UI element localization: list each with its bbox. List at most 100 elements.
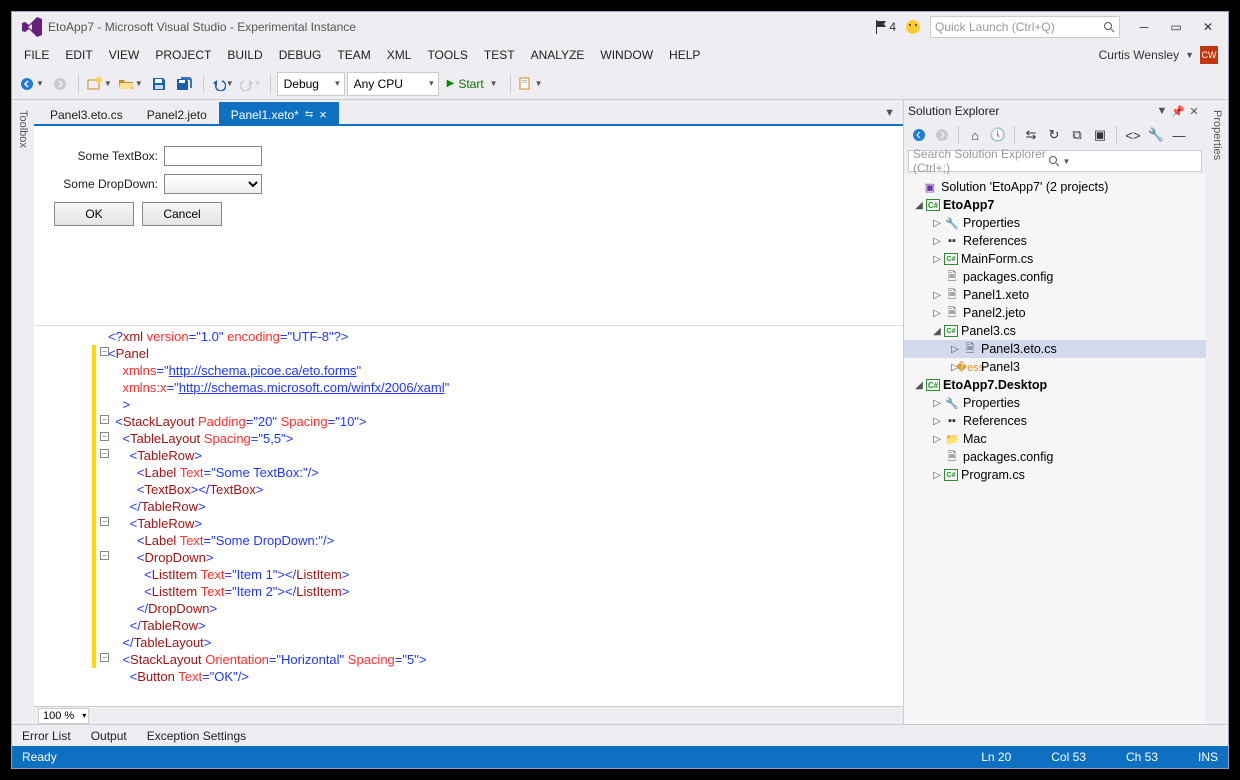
designer-ok-button[interactable]: OK xyxy=(54,202,134,226)
fold-toggle[interactable]: − xyxy=(100,517,109,526)
open-button[interactable]: ▼ xyxy=(116,72,145,96)
menu-debug[interactable]: DEBUG xyxy=(271,44,330,66)
notifications-flag[interactable]: 4 xyxy=(875,20,896,34)
tree-d-packages[interactable]: 🗎packages.config xyxy=(904,448,1206,466)
menu-help[interactable]: HELP xyxy=(661,44,708,66)
designer-cancel-button[interactable]: Cancel xyxy=(142,202,222,226)
menu-window[interactable]: WINDOW xyxy=(592,44,661,66)
maximize-button[interactable]: ▭ xyxy=(1160,16,1192,38)
tab-error-list[interactable]: Error List xyxy=(12,726,81,746)
save-all-button[interactable] xyxy=(173,72,197,96)
fold-toggle[interactable]: − xyxy=(100,449,109,458)
nav-back-button[interactable]: ▼ xyxy=(18,72,46,96)
pin-icon[interactable]: 📌 xyxy=(1170,105,1186,118)
fold-toggle[interactable]: − xyxy=(100,347,109,356)
tree-solution[interactable]: ▣Solution 'EtoApp7' (2 projects) xyxy=(904,178,1206,196)
tree-references[interactable]: ▷▪▪References xyxy=(904,232,1206,250)
status-ln: Ln 20 xyxy=(981,750,1011,764)
find-in-files-button[interactable]: ▼ xyxy=(517,72,545,96)
document-tabs: Panel3.eto.cs Panel2.jeto Panel1.xeto* ⇆… xyxy=(34,100,903,126)
menu-build[interactable]: BUILD xyxy=(219,44,270,66)
tree-panel1[interactable]: ▷🗎Panel1.xeto xyxy=(904,286,1206,304)
undo-button[interactable]: ▼ xyxy=(210,72,236,96)
designer-textbox[interactable] xyxy=(164,146,262,166)
fold-toggle[interactable]: − xyxy=(100,432,109,441)
menu-view[interactable]: VIEW xyxy=(101,44,148,66)
start-debug-button[interactable]: Start▼ xyxy=(441,72,504,96)
tab-exception-settings[interactable]: Exception Settings xyxy=(137,726,256,746)
bottom-tool-tabs: Error List Output Exception Settings xyxy=(12,724,1228,746)
se-code-icon[interactable]: <> xyxy=(1122,124,1144,146)
tree-panel3cs[interactable]: ◢C#Panel3.cs xyxy=(904,322,1206,340)
window-title: EtoApp7 - Microsoft Visual Studio - Expe… xyxy=(48,20,356,34)
se-refresh-icon[interactable]: ↻ xyxy=(1043,124,1065,146)
tab-panel1[interactable]: Panel1.xeto* ⇆ × xyxy=(219,102,339,126)
se-scope-icon[interactable]: 🕔 xyxy=(987,124,1009,146)
se-showall-icon[interactable]: ▣ xyxy=(1089,124,1111,146)
tab-panel3[interactable]: Panel3.eto.cs xyxy=(38,102,135,126)
menu-project[interactable]: PROJECT xyxy=(147,44,219,66)
tree-d-references[interactable]: ▷▪▪References xyxy=(904,412,1206,430)
menu-edit[interactable]: EDIT xyxy=(57,44,100,66)
toolbox-tab[interactable]: Toolbox xyxy=(15,104,31,154)
tree-project-etoapp7[interactable]: ◢C#EtoApp7 xyxy=(904,196,1206,214)
tab-panel2[interactable]: Panel2.jeto xyxy=(135,102,219,126)
platform-combo[interactable]: Any CPU xyxy=(347,72,439,96)
properties-tab[interactable]: Properties xyxy=(1209,104,1225,166)
nav-fwd-button[interactable] xyxy=(48,72,72,96)
solution-search-input[interactable]: Search Solution Explorer (Ctrl+;) ▼ xyxy=(908,150,1202,172)
solution-tree[interactable]: ▣Solution 'EtoApp7' (2 projects) ◢C#EtoA… xyxy=(904,174,1206,724)
panel-dropdown-icon[interactable]: ▼ xyxy=(1154,105,1170,117)
save-button[interactable] xyxy=(147,72,171,96)
designer-dropdown[interactable] xyxy=(164,174,262,194)
tree-panel3eto[interactable]: ▷🗎Panel3.eto.cs xyxy=(904,340,1206,358)
minimize-button[interactable]: ─ xyxy=(1128,16,1160,38)
feedback-smiley-icon[interactable] xyxy=(906,20,920,34)
code-editor[interactable]: − − − − − − − <?xml version="1.0" encodi… xyxy=(34,326,903,706)
tabs-overflow-button[interactable]: ▼ xyxy=(876,107,903,119)
se-properties-icon[interactable]: 🔧 xyxy=(1145,124,1167,146)
status-col: Col 53 xyxy=(1051,750,1086,764)
quick-launch-input[interactable]: Quick Launch (Ctrl+Q) xyxy=(930,16,1120,38)
panel-title: Solution Explorer xyxy=(908,104,999,118)
redo-button[interactable]: ▼ xyxy=(238,72,264,96)
panel-close-icon[interactable]: ✕ xyxy=(1186,105,1202,118)
menu-test[interactable]: TEST xyxy=(476,44,523,66)
fold-toggle[interactable]: − xyxy=(100,653,109,662)
user-avatar[interactable]: CW xyxy=(1200,46,1218,64)
se-preview-icon[interactable]: — xyxy=(1168,124,1190,146)
tree-properties[interactable]: ▷🔧Properties xyxy=(904,214,1206,232)
se-sync-icon[interactable]: ⇆ xyxy=(1020,124,1042,146)
tree-panel3cls[interactable]: ▷�essPanel3 xyxy=(904,358,1206,376)
se-back-button[interactable] xyxy=(908,124,930,146)
se-home-icon[interactable]: ⌂ xyxy=(964,124,986,146)
fold-toggle[interactable]: − xyxy=(100,551,109,560)
zoom-combo[interactable]: 100 % xyxy=(38,708,89,724)
close-button[interactable]: ✕ xyxy=(1192,16,1224,38)
config-combo[interactable]: Debug xyxy=(277,72,345,96)
tree-mainform[interactable]: ▷C#MainForm.cs xyxy=(904,250,1206,268)
fold-toggle[interactable]: − xyxy=(100,415,109,424)
tree-project-desktop[interactable]: ◢C#EtoApp7.Desktop xyxy=(904,376,1206,394)
menu-xml[interactable]: XML xyxy=(379,44,420,66)
tab-output[interactable]: Output xyxy=(81,726,137,746)
tree-d-mac[interactable]: ▷📁Mac xyxy=(904,430,1206,448)
menu-team[interactable]: TEAM xyxy=(329,44,378,66)
main-toolbar: ▼ ▼ ▼ ▼ ▼ Debug Any CPU Start▼ ▼ xyxy=(12,68,1228,100)
new-project-button[interactable]: ▼ xyxy=(85,72,114,96)
tree-d-program[interactable]: ▷C#Program.cs xyxy=(904,466,1206,484)
chevron-down-icon[interactable]: ▼ xyxy=(1185,50,1194,60)
search-icon xyxy=(1103,21,1115,33)
menu-file[interactable]: FILE xyxy=(16,44,57,66)
tree-packages[interactable]: 🗎packages.config xyxy=(904,268,1206,286)
se-fwd-button[interactable] xyxy=(931,124,953,146)
tab-close-icon[interactable]: × xyxy=(319,108,327,121)
menu-tools[interactable]: TOOLS xyxy=(419,44,475,66)
code-text[interactable]: <?xml version="1.0" encoding="UTF-8"?> <… xyxy=(34,326,903,687)
menu-analyze[interactable]: ANALYZE xyxy=(523,44,593,66)
user-name[interactable]: Curtis Wensley xyxy=(1099,48,1179,62)
label-textbox: Some TextBox: xyxy=(54,149,158,163)
se-collapse-icon[interactable]: ⧉ xyxy=(1066,124,1088,146)
tree-panel2[interactable]: ▷🗎Panel2.jeto xyxy=(904,304,1206,322)
tree-d-properties[interactable]: ▷🔧Properties xyxy=(904,394,1206,412)
